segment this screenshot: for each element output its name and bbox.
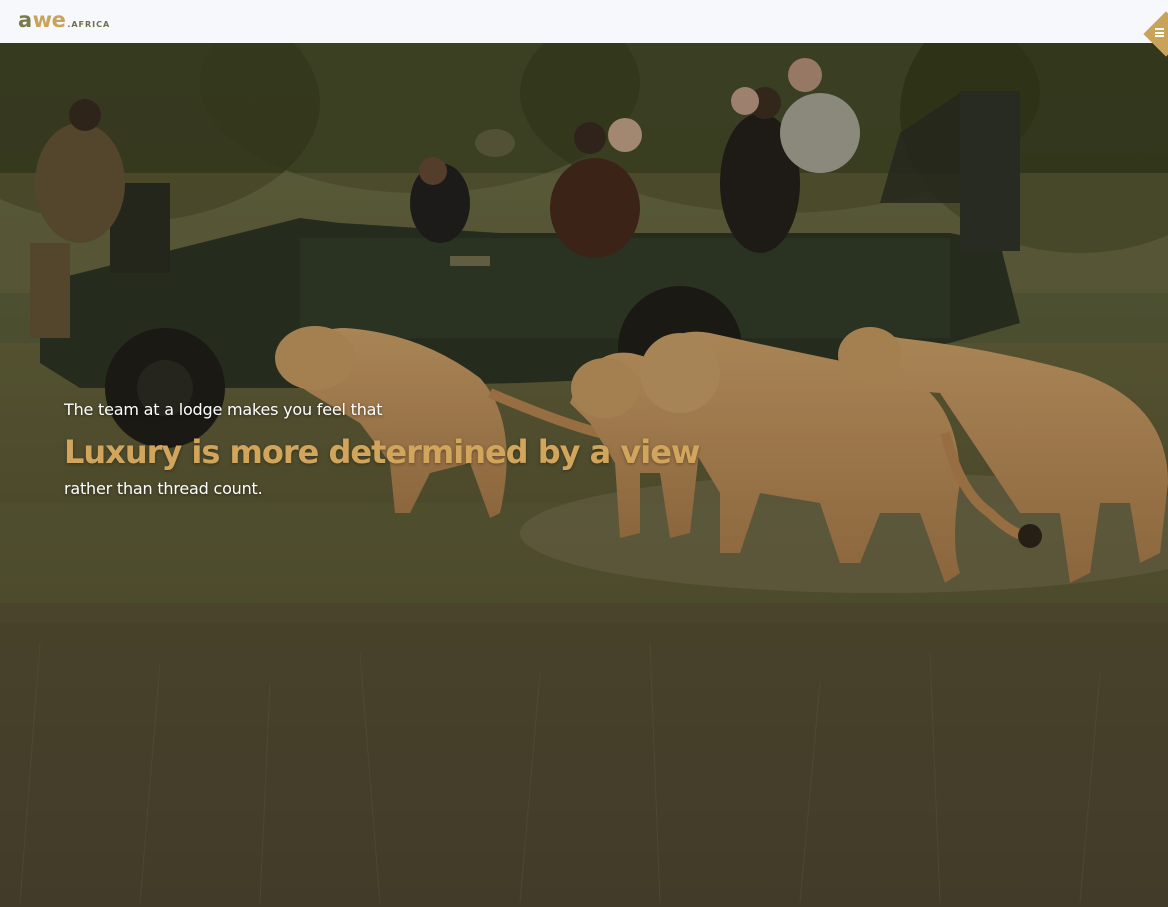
site-header: a we .AFRICA bbox=[0, 0, 1168, 57]
logo-text-a: a bbox=[18, 8, 32, 32]
logo-text-africa: .AFRICA bbox=[67, 20, 111, 29]
hero-kicker: The team at a lodge makes you feel that bbox=[64, 400, 383, 419]
hero-section: The team at a lodge makes you feel that … bbox=[0, 43, 1168, 907]
hero-subline: rather than thread count. bbox=[64, 479, 263, 498]
site-logo[interactable]: a we .AFRICA bbox=[18, 8, 110, 32]
hero-headline: Luxury is more determined by a view bbox=[64, 433, 700, 471]
hero-text-block: The team at a lodge makes you feel that … bbox=[64, 400, 764, 498]
logo-text-we: we bbox=[32, 8, 66, 32]
